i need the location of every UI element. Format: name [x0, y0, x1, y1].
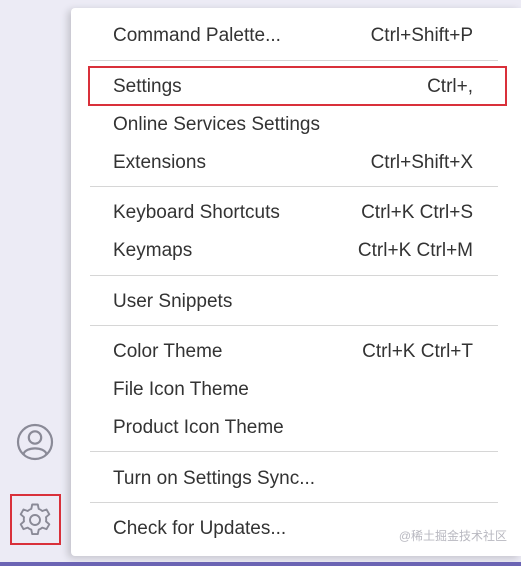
menu-item-label: Keyboard Shortcuts — [113, 202, 280, 223]
menu-item-shortcut: Ctrl+, — [427, 76, 473, 97]
menu-item-extensions[interactable]: Extensions Ctrl+Shift+X — [71, 144, 521, 180]
menu-separator — [90, 275, 498, 276]
menu-item-keymaps[interactable]: Keymaps Ctrl+K Ctrl+M — [71, 232, 521, 268]
menu-item-label: Keymaps — [113, 240, 193, 261]
menu-separator — [90, 60, 498, 61]
menu-separator — [90, 502, 498, 503]
menu-item-shortcut: Ctrl+K Ctrl+T — [362, 341, 473, 362]
status-bar-edge — [0, 562, 521, 566]
menu-item-user-snippets[interactable]: User Snippets — [71, 283, 521, 319]
menu-item-label: Settings — [113, 76, 182, 97]
menu-item-label: Turn on Settings Sync... — [113, 468, 316, 489]
menu-item-settings[interactable]: Settings Ctrl+, — [71, 68, 521, 104]
menu-item-shortcut: Ctrl+Shift+X — [370, 152, 473, 173]
gear-icon[interactable] — [17, 502, 53, 538]
menu-item-color-theme[interactable]: Color Theme Ctrl+K Ctrl+T — [71, 333, 521, 369]
menu-item-label: Command Palette... — [113, 25, 281, 46]
menu-item-label: Product Icon Theme — [113, 417, 284, 438]
activity-bar — [0, 0, 71, 566]
menu-item-product-icon-theme[interactable]: Product Icon Theme — [71, 409, 521, 445]
menu-separator — [90, 325, 498, 326]
account-icon[interactable] — [16, 423, 54, 461]
menu-item-label: Color Theme — [113, 341, 223, 362]
menu-item-label: User Snippets — [113, 291, 233, 312]
menu-item-turn-on-settings-sync[interactable]: Turn on Settings Sync... — [71, 460, 521, 496]
menu-item-shortcut: Ctrl+K Ctrl+M — [357, 240, 473, 261]
menu-item-label: Online Services Settings — [113, 114, 320, 135]
menu-separator — [90, 451, 498, 452]
menu-item-command-palette[interactable]: Command Palette... Ctrl+Shift+P — [71, 17, 521, 53]
menu-item-shortcut: Ctrl+K Ctrl+S — [361, 202, 473, 223]
menu-item-shortcut: Ctrl+Shift+P — [370, 25, 473, 46]
menu-item-label: File Icon Theme — [113, 379, 249, 400]
manage-context-menu: Command Palette... Ctrl+Shift+P Settings… — [71, 8, 521, 556]
watermark: @稀土掘金技术社区 — [398, 529, 507, 543]
menu-item-label: Check for Updates... — [113, 518, 287, 539]
menu-item-online-services-settings[interactable]: Online Services Settings — [71, 106, 521, 142]
menu-item-label: Extensions — [113, 152, 206, 173]
menu-item-keyboard-shortcuts[interactable]: Keyboard Shortcuts Ctrl+K Ctrl+S — [71, 194, 521, 230]
menu-item-file-icon-theme[interactable]: File Icon Theme — [71, 371, 521, 407]
menu-separator — [90, 186, 498, 187]
